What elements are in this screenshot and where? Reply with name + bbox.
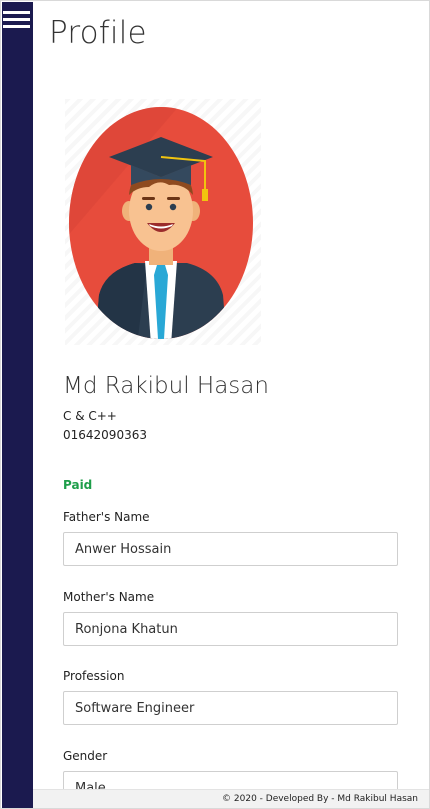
- fathers-name-label: Father's Name: [63, 510, 150, 524]
- gender-label: Gender: [63, 749, 108, 763]
- hamburger-menu-icon[interactable]: [3, 11, 30, 29]
- profession-field[interactable]: [63, 691, 398, 725]
- footer-text: © 2020 - Developed By - Md Rakibul Hasan: [222, 794, 418, 804]
- fathers-name-field[interactable]: [63, 532, 398, 566]
- profile-page: Profile Md Rakibul Hasan C & C++ 0164209…: [0, 0, 430, 809]
- profession-label: Profession: [63, 669, 125, 683]
- avatar: [65, 99, 261, 345]
- mothers-name-field[interactable]: [63, 612, 398, 646]
- course-name: C & C++: [63, 409, 117, 423]
- graduate-avatar-icon: [69, 107, 253, 339]
- page-title: Profile: [49, 15, 147, 51]
- phone-number: 01642090363: [63, 428, 147, 442]
- student-name: Md Rakibul Hasan: [63, 373, 269, 399]
- footer: © 2020 - Developed By - Md Rakibul Hasan: [33, 789, 429, 808]
- mothers-name-label: Mother's Name: [63, 590, 155, 604]
- sidebar: [2, 2, 33, 808]
- payment-status-badge: Paid: [63, 478, 93, 492]
